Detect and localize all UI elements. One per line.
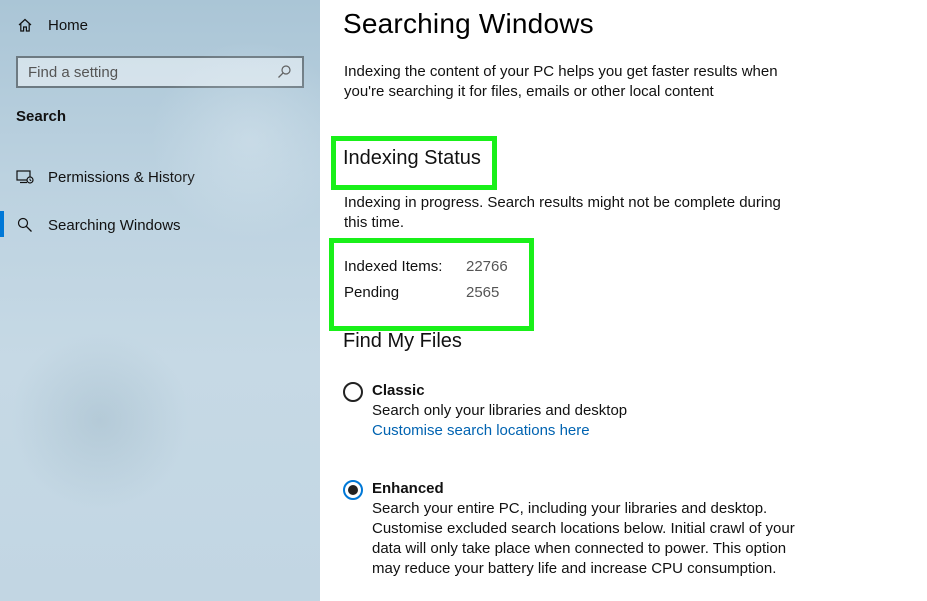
classic-option[interactable]: Classic Search only your libraries and d…: [343, 381, 812, 441]
sidebar-section-title: Search: [16, 108, 67, 125]
classic-description: Search only your libraries and desktop: [372, 402, 628, 419]
sidebar-item-label: Searching Windows: [48, 216, 181, 234]
find-setting-search-box[interactable]: [16, 56, 304, 88]
sidebar-item-permissions-history[interactable]: Permissions & History: [0, 159, 320, 195]
home-label: Home: [48, 16, 89, 34]
pending-label: Pending: [344, 284, 400, 301]
sidebar-item-searching-windows[interactable]: Searching Windows: [0, 207, 320, 243]
pending-value: 2565: [466, 284, 500, 301]
sidebar-item-label: Permissions & History: [48, 168, 195, 186]
indexed-items-row: Indexed Items: 22766: [344, 258, 508, 275]
page-description: Indexing the content of your PC helps yo…: [344, 63, 778, 100]
indexed-items-value: 22766: [466, 258, 508, 275]
radio-selected-dot: [348, 485, 358, 495]
search-icon: [16, 216, 34, 234]
page-title: Searching Windows: [343, 8, 594, 39]
search-icon[interactable]: [276, 64, 292, 80]
classic-label[interactable]: Classic: [372, 381, 812, 401]
find-setting-input[interactable]: [28, 63, 276, 81]
classic-radio[interactable]: [343, 382, 363, 402]
settings-window: Home Search Permissions & Hist: [0, 0, 927, 601]
sidebar: Home Search Permissions & Hist: [0, 0, 320, 601]
permissions-icon: [16, 168, 34, 186]
enhanced-label[interactable]: Enhanced: [372, 479, 802, 499]
enhanced-description: Search your entire PC, including your li…: [372, 500, 795, 577]
indexing-status-heading: Indexing Status: [343, 147, 481, 169]
customise-search-locations-link[interactable]: Customise search locations here: [372, 421, 590, 441]
indexing-status-text: Indexing in progress. Search results mig…: [344, 194, 781, 231]
enhanced-radio[interactable]: [343, 480, 363, 500]
main-content: Searching Windows Indexing the content o…: [329, 0, 927, 601]
home-icon: [16, 16, 34, 34]
enhanced-option[interactable]: Enhanced Search your entire PC, includin…: [343, 479, 802, 579]
find-my-files-heading: Find My Files: [343, 330, 462, 352]
home-link[interactable]: Home: [16, 12, 88, 38]
pending-row: Pending 2565: [344, 284, 499, 301]
indexed-items-label: Indexed Items:: [344, 258, 443, 275]
